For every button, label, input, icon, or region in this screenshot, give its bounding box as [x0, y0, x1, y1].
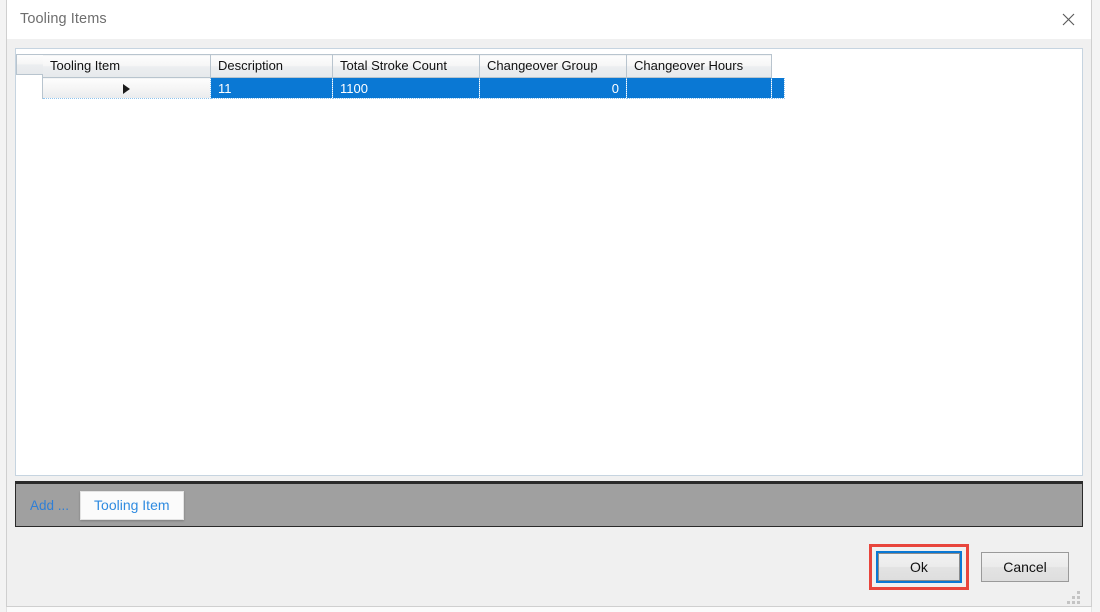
tooling-items-grid-panel: Tooling Item Description Total Stroke Co…	[15, 48, 1083, 476]
column-header-changeover-hours[interactable]: Changeover Hours	[626, 54, 772, 78]
current-row-arrow-icon	[123, 84, 130, 95]
cancel-button[interactable]: Cancel	[981, 551, 1069, 582]
add-label[interactable]: Add ...	[30, 498, 69, 513]
column-header-tooling-item[interactable]: Tooling Item	[42, 54, 211, 78]
resize-grip[interactable]	[1067, 591, 1080, 604]
cell-tooling-item[interactable]: 11	[210, 77, 333, 99]
cell-changeover-hours[interactable]	[771, 77, 785, 99]
grid-command-bar: Add ... Tooling Item	[15, 481, 1083, 527]
ok-button-focus-ring: Ok	[876, 550, 962, 583]
page-title: Tooling Items	[20, 11, 107, 27]
column-header-description[interactable]: Description	[210, 54, 333, 78]
add-tooling-item-button[interactable]: Tooling Item	[80, 490, 184, 520]
dialog-title-bar: Tooling Items	[7, 0, 1091, 39]
background-right-rail	[1091, 0, 1100, 612]
table-header-row: Tooling Item Description Total Stroke Co…	[42, 54, 785, 78]
grid-corner-header	[16, 54, 43, 75]
ok-button[interactable]: Ok	[878, 552, 960, 581]
dialog-body: Tooling Item Description Total Stroke Co…	[7, 39, 1091, 606]
tooling-items-table[interactable]: Tooling Item Description Total Stroke Co…	[42, 54, 785, 99]
cell-changeover-group[interactable]	[626, 77, 772, 99]
close-icon[interactable]	[1045, 0, 1091, 38]
table-row[interactable]: 11 1100 0	[42, 77, 785, 99]
row-indicator-cell[interactable]	[42, 77, 211, 99]
tooling-items-dialog: Tooling Items Tooling Item Description T…	[6, 0, 1092, 607]
column-header-changeover-group[interactable]: Changeover Group	[479, 54, 627, 78]
cell-description[interactable]: 1100	[332, 77, 480, 99]
dialog-footer: Ok Cancel	[15, 527, 1083, 606]
ok-button-highlight: Ok	[869, 543, 969, 590]
cell-total-stroke-count[interactable]: 0	[479, 77, 627, 99]
column-header-total-stroke-count[interactable]: Total Stroke Count	[332, 54, 480, 78]
